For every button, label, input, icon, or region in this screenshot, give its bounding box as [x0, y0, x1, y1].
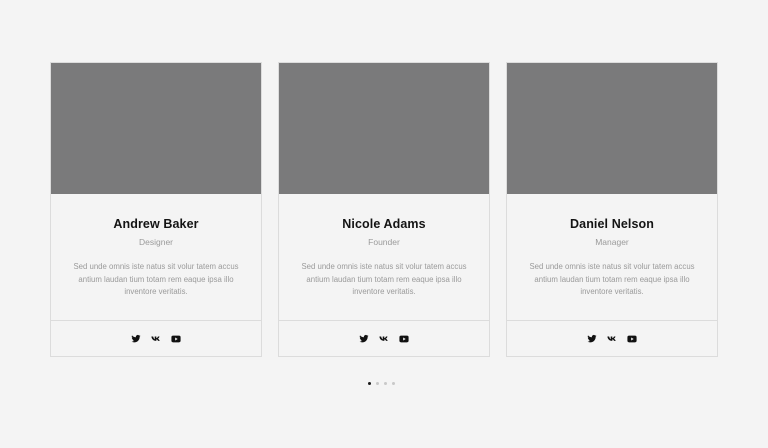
pagination-dot[interactable]: [368, 382, 371, 385]
team-carousel: Andrew Baker Designer Sed unde omnis ist…: [50, 62, 718, 357]
pagination-dot[interactable]: [392, 382, 395, 385]
pagination-dot[interactable]: [376, 382, 379, 385]
team-card-body: Nicole Adams Founder Sed unde omnis iste…: [279, 194, 489, 320]
team-member-name: Andrew Baker: [113, 217, 199, 231]
team-member-role: Founder: [368, 237, 400, 247]
social-links: [279, 321, 489, 356]
pagination-dot[interactable]: [384, 382, 387, 385]
vk-icon[interactable]: [379, 334, 389, 344]
team-member-description: Sed unde omnis iste natus sit volur tate…: [529, 262, 695, 296]
team-card: Nicole Adams Founder Sed unde omnis iste…: [278, 62, 490, 357]
team-member-role: Designer: [138, 237, 174, 247]
team-card: Andrew Baker Designer Sed unde omnis ist…: [50, 62, 262, 357]
vk-icon[interactable]: [151, 334, 161, 344]
youtube-icon[interactable]: [627, 334, 637, 344]
social-links: [507, 321, 717, 356]
team-member-description: Sed unde omnis iste natus sit volur tate…: [301, 262, 467, 296]
team-member-name: Daniel Nelson: [570, 217, 654, 231]
team-member-description: Sed unde omnis iste natus sit volur tate…: [73, 262, 239, 296]
twitter-icon[interactable]: [131, 334, 141, 344]
social-links: [51, 321, 261, 356]
vk-icon[interactable]: [607, 334, 617, 344]
team-card: Daniel Nelson Manager Sed unde omnis ist…: [506, 62, 718, 357]
team-member-name: Nicole Adams: [342, 217, 426, 231]
youtube-icon[interactable]: [399, 334, 409, 344]
team-member-photo: [279, 63, 489, 194]
twitter-icon[interactable]: [359, 334, 369, 344]
team-card-body: Daniel Nelson Manager Sed unde omnis ist…: [507, 194, 717, 320]
twitter-icon[interactable]: [587, 334, 597, 344]
team-card-body: Andrew Baker Designer Sed unde omnis ist…: [51, 194, 261, 320]
team-member-role: Manager: [595, 237, 629, 247]
team-member-photo: [51, 63, 261, 194]
youtube-icon[interactable]: [171, 334, 181, 344]
team-member-photo: [507, 63, 717, 194]
carousel-pagination: [368, 382, 395, 385]
